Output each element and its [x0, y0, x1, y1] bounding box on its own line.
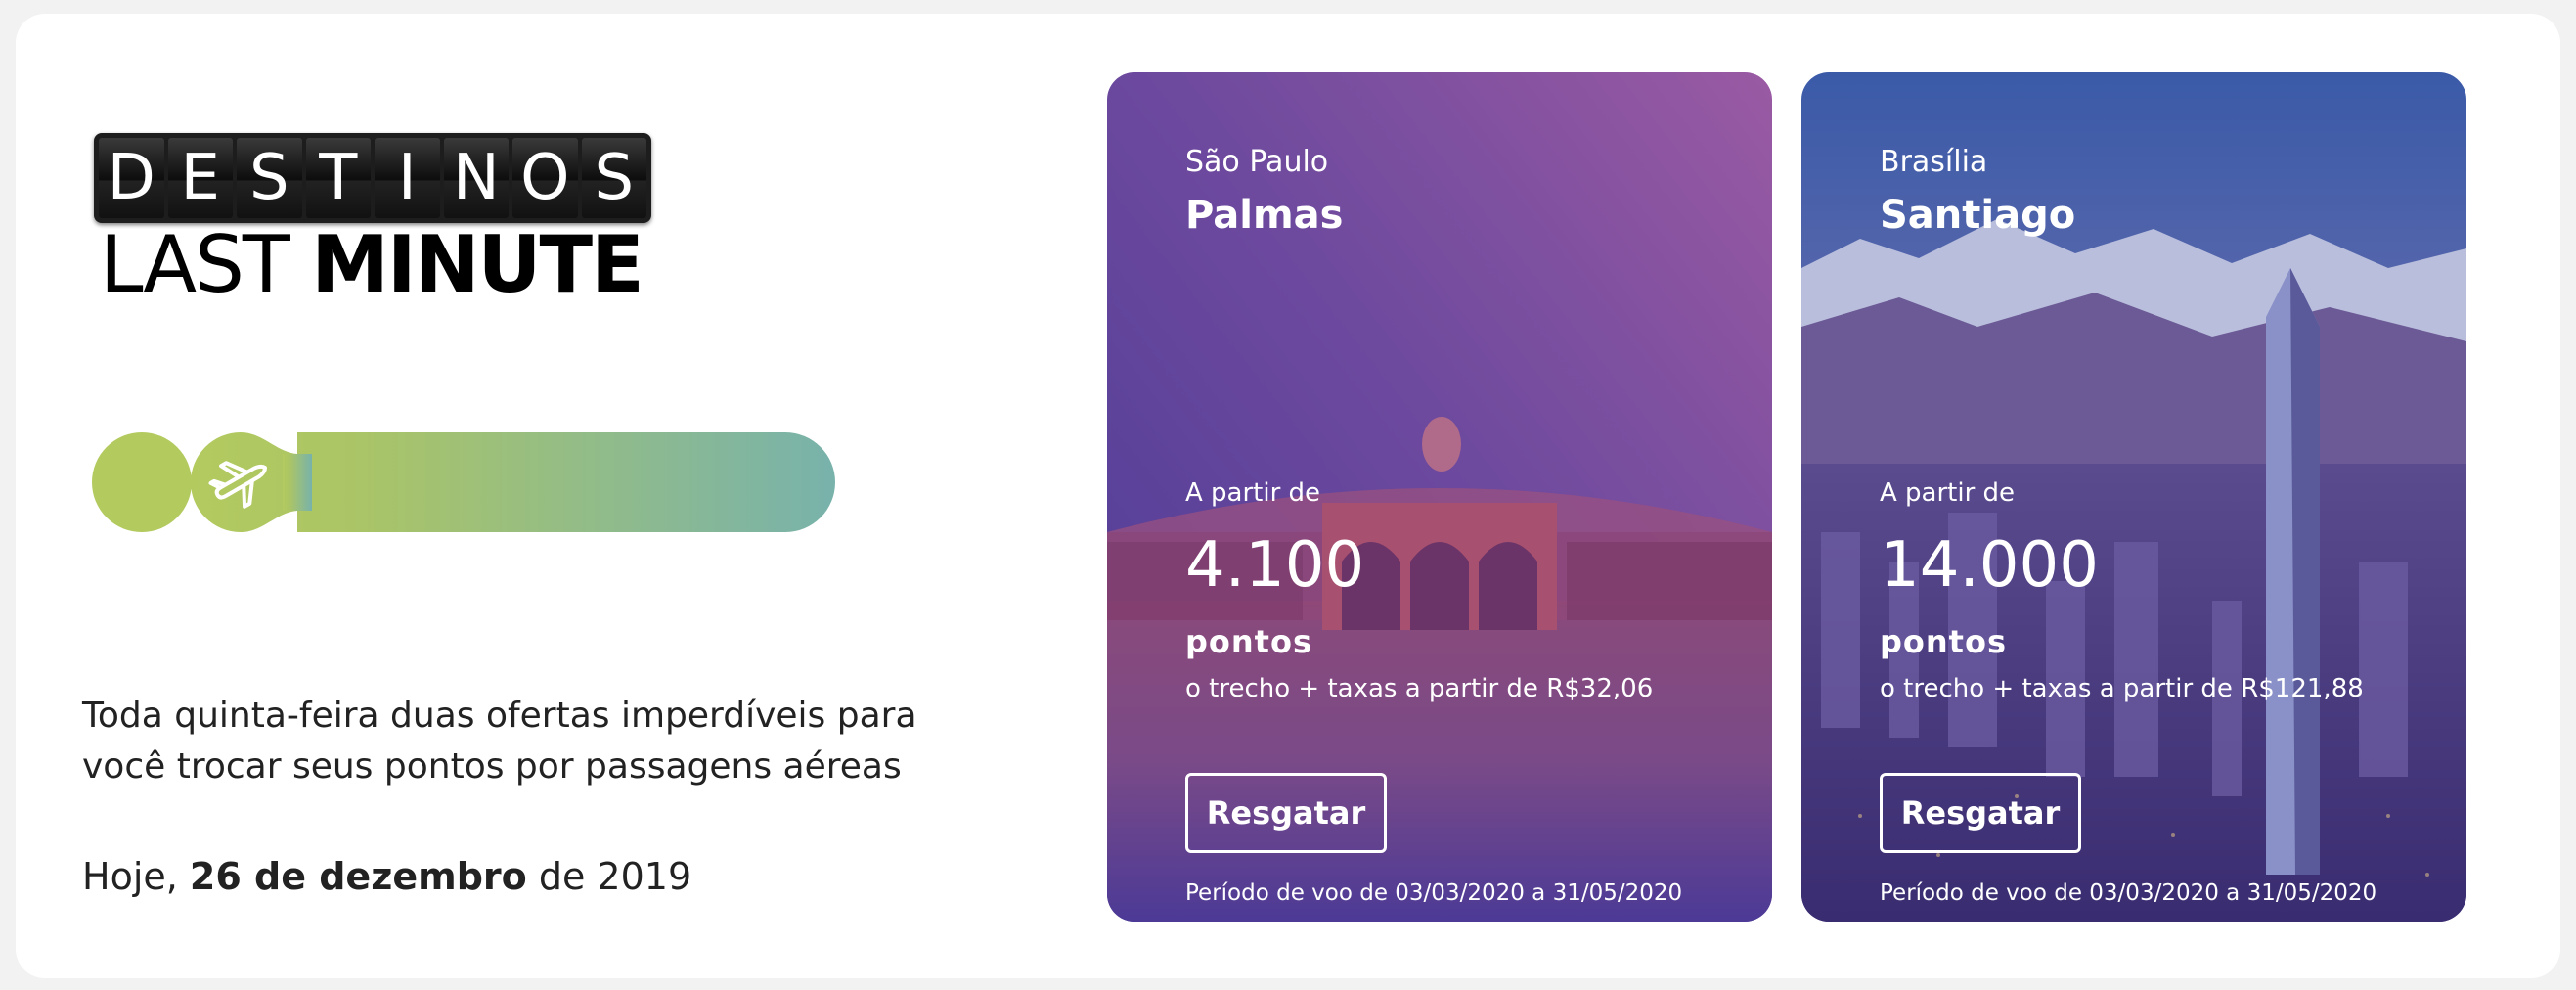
logo-tiles: D E S T I N O S [94, 133, 651, 223]
date-prefix: Hoje, [82, 855, 190, 898]
logo-letter: S [581, 138, 646, 218]
offer-fees: o trecho + taxas a partir de R$32,06 [1185, 674, 1654, 703]
offer-from-label: A partir de [1185, 478, 1321, 508]
logo-letter: N [443, 138, 509, 218]
offer-flight-period: Período de voo de 03/03/2020 a 31/05/202… [1185, 880, 1683, 906]
pill-dot [92, 432, 192, 532]
promo-description: Toda quinta-feira duas ofertas imperdíve… [82, 696, 917, 787]
logo-letter: I [375, 138, 440, 218]
date-year: de 2019 [526, 855, 692, 898]
offer-card-santiago: Brasília Santiago A partir de 14.000 pon… [1801, 72, 2466, 922]
logo-letter: O [512, 138, 578, 218]
destinos-last-minute-logo: D E S T I N O S LAST MINUTE [94, 133, 651, 307]
logo-letter: T [305, 138, 371, 218]
logo-letter: E [167, 138, 233, 218]
airplane-progress-graphic [92, 432, 835, 532]
offer-points-unit: pontos [1185, 623, 1312, 660]
offer-destination: Santiago [1880, 193, 2076, 238]
logo-letter: D [99, 138, 164, 218]
date-day: 26 de dezembro [189, 855, 527, 898]
offer-card-palmas: São Paulo Palmas A partir de 4.100 ponto… [1107, 72, 1772, 922]
offer-origin: São Paulo [1185, 145, 1329, 179]
current-date: Hoje, 26 de dezembro de 2019 [82, 851, 691, 902]
offer-points: 14.000 [1880, 529, 2099, 602]
offer-points-unit: pontos [1880, 623, 2007, 660]
offer-flight-period: Período de voo de 03/03/2020 a 31/05/202… [1880, 880, 2377, 906]
logo-subtitle: LAST MINUTE [94, 223, 651, 307]
offer-fees: o trecho + taxas a partir de R$121,88 [1880, 674, 2364, 703]
redeem-button-palmas[interactable]: Resgatar [1185, 773, 1387, 853]
offer-origin: Brasília [1880, 145, 1988, 179]
logo-sub-bold: MINUTE [311, 219, 644, 310]
offer-points: 4.100 [1185, 529, 1365, 602]
offer-destination: Palmas [1185, 193, 1344, 238]
logo-letter: S [237, 138, 302, 218]
offer-from-label: A partir de [1880, 478, 2016, 508]
logo-sub-light: LAST [100, 219, 290, 310]
redeem-button-santiago[interactable]: Resgatar [1880, 773, 2081, 853]
